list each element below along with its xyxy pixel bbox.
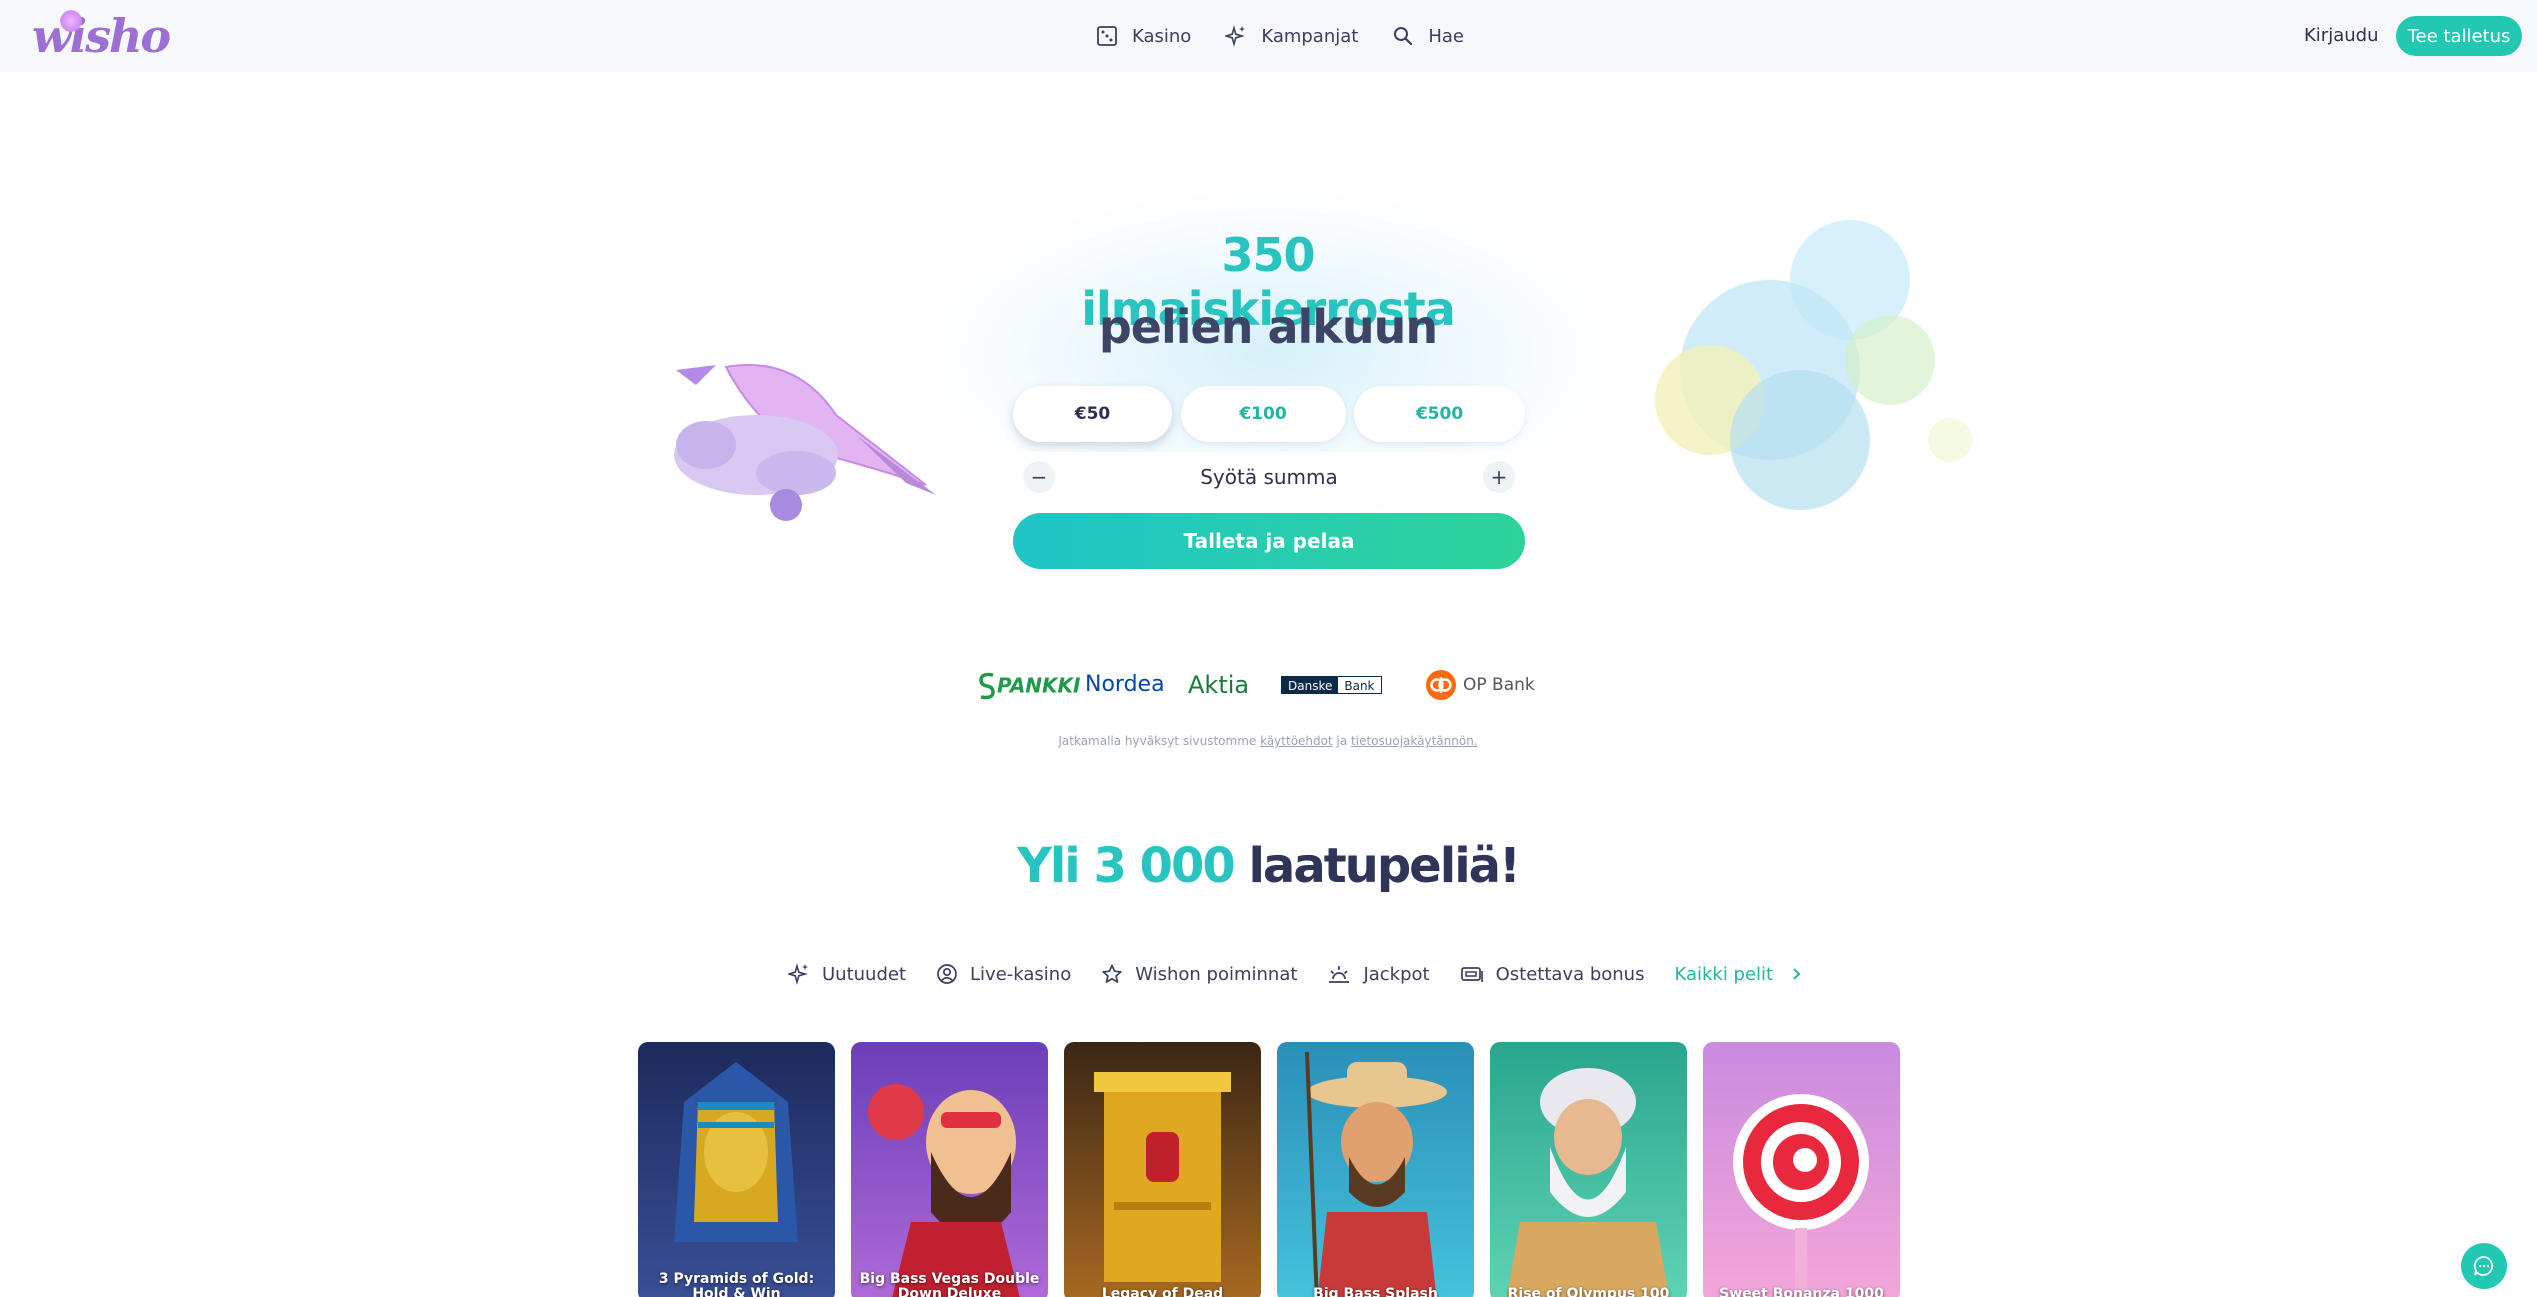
nav-label: Kampanjat — [1261, 25, 1359, 47]
game-title: Legacy of Dead — [1101, 1286, 1224, 1297]
nav-item-hae[interactable]: Hae — [1392, 25, 1464, 47]
op-mark — [1426, 670, 1456, 700]
tab-jackpot[interactable]: Jackpot — [1327, 963, 1430, 985]
bank-logos: PANKKI Nordea Aktia Danske Bank OP Bank — [975, 664, 1575, 706]
tab-label: Uutuudet — [822, 963, 907, 985]
star-icon — [1102, 964, 1122, 983]
splash-cloud-illustration — [1655, 220, 1972, 510]
all-games-link[interactable]: Kaikki pelit — [1674, 963, 1807, 985]
terms-link[interactable]: käyttöehdot — [1260, 734, 1333, 748]
tab-live-kasino[interactable]: Live-kasino — [936, 963, 1071, 985]
angler-artwork — [1305, 1051, 1447, 1297]
game-title: Big Bass Splash — [1313, 1286, 1438, 1297]
ticket-icon — [1460, 967, 1483, 982]
wisho-logo[interactable]: wisho — [32, 8, 171, 64]
increase-amount-button[interactable]: + — [1482, 461, 1515, 493]
chat-icon — [2473, 1256, 2494, 1276]
nav-label: Hae — [1428, 25, 1464, 47]
game-card[interactable]: Big Bass Vegas Double Down Deluxe — [851, 1042, 1048, 1297]
tab-label: Live-kasino — [970, 963, 1072, 985]
consent-prefix: Jatkamalla hyväksyt sivustomme — [1058, 734, 1261, 748]
amount-option-100[interactable]: €100 — [1180, 386, 1346, 442]
logo-sparkle — [60, 10, 82, 32]
s-pankki-logo: PANKKI — [977, 664, 1080, 706]
games-row: 3 Pyramids of Gold: Hold & Win Big Bass … — [638, 1042, 1900, 1297]
amount-options: €50 €100 €500 — [1013, 386, 1525, 442]
game-title: Rise of Olympus 100 — [1507, 1286, 1670, 1297]
s-pankki-mark — [979, 672, 995, 699]
deposit-button[interactable]: Tee talletus — [2396, 16, 2522, 56]
game-card[interactable]: Big Bass Splash — [1277, 1042, 1474, 1297]
chat-button[interactable] — [2461, 1243, 2507, 1289]
terms-consent-text: Jatkamalla hyväksyt sivustomme käyttöehd… — [968, 734, 1568, 748]
nav-item-kasino[interactable]: Kasino — [1096, 25, 1191, 47]
nav-item-kampanjat[interactable]: Kampanjat — [1225, 25, 1358, 47]
custom-amount-label: Syötä summa — [1200, 465, 1338, 489]
amount-option-50[interactable]: €50 — [1013, 386, 1172, 442]
top-header: wisho Kasino Kampanjat Hae Kirjaudu Tee … — [0, 0, 2537, 72]
game-card[interactable]: Rise of Olympus 100 — [1490, 1042, 1687, 1297]
sparkles-icon — [1225, 25, 1246, 47]
zeus-artwork — [1506, 1068, 1670, 1297]
flying-creature-illustration — [674, 364, 936, 521]
custom-amount-field[interactable]: − Syötä summa + — [1013, 452, 1525, 502]
decrease-amount-button[interactable]: − — [1023, 461, 1055, 493]
lollipop-artwork — [1733, 1094, 1869, 1297]
consent-middle: ja — [1332, 734, 1352, 748]
title-highlight: Yli 3 000 — [1017, 838, 1236, 894]
tab-uutuudet[interactable]: Uutuudet — [788, 963, 906, 985]
danske-bank-logo: Danske Bank — [1281, 676, 1382, 694]
op-bank-logo: OP Bank — [1425, 664, 1535, 706]
game-card[interactable]: Legacy of Dead — [1064, 1042, 1261, 1297]
tab-label: Ostettava bonus — [1495, 963, 1645, 985]
nordea-logo: Nordea — [1085, 672, 1165, 697]
deposit-and-play-button[interactable]: Talleta ja pelaa — [1013, 513, 1525, 569]
all-games-label: Kaikki pelit — [1674, 963, 1774, 985]
login-link[interactable]: Kirjaudu — [2304, 20, 2378, 52]
dice-icon — [1097, 26, 1117, 46]
game-title: Sweet Bonanza 1000 — [1719, 1286, 1884, 1297]
sparkles-icon — [788, 963, 808, 985]
title-rest: laatupeliä! — [1248, 838, 1520, 894]
game-category-tabs: Uutuudet Live-kasino Wishon poiminnat Ja… — [788, 958, 1807, 990]
fisherman-artwork — [868, 1084, 1020, 1297]
game-card[interactable]: Sweet Bonanza 1000 — [1703, 1042, 1900, 1297]
tab-ostettava-bonus[interactable]: Ostettava bonus — [1460, 963, 1645, 985]
game-title: Big Bass Vegas Double Down Deluxe — [859, 1271, 1040, 1297]
tab-label: Wishon poiminnat — [1135, 963, 1298, 985]
chevron-right-icon — [1793, 968, 1801, 980]
sunrise-icon — [1329, 966, 1350, 983]
logo-text: wisho — [32, 9, 171, 63]
nav-label: Kasino — [1132, 25, 1192, 47]
main-nav: Kasino Kampanjat Hae — [1096, 18, 1498, 54]
amount-option-500[interactable]: €500 — [1354, 386, 1525, 442]
game-card[interactable]: 3 Pyramids of Gold: Hold & Win — [638, 1042, 835, 1297]
game-title: 3 Pyramids of Gold: Hold & Win — [658, 1271, 815, 1297]
hero-title: pelien alkuun — [1098, 300, 1438, 354]
games-section-title: Yli 3 000 laatupeliä! — [968, 838, 1568, 894]
privacy-link[interactable]: tietosuojakäytännön. — [1351, 734, 1478, 748]
user-circle-icon — [937, 964, 957, 984]
tab-label: Jackpot — [1363, 963, 1430, 985]
pharaoh-artwork — [674, 1062, 798, 1242]
golden-tomb-artwork — [1094, 1072, 1231, 1282]
tab-wishon-poiminnat[interactable]: Wishon poiminnat — [1101, 963, 1297, 985]
search-icon — [1394, 27, 1413, 46]
aktia-logo: Aktia — [1188, 671, 1250, 699]
